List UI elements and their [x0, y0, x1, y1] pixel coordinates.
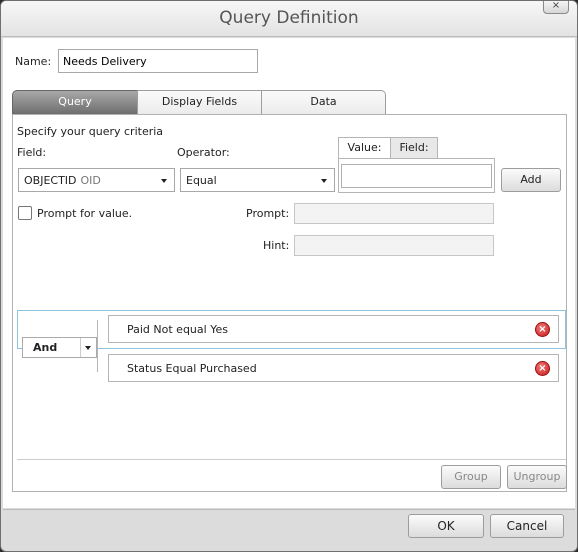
prompt-label: Prompt:	[246, 207, 290, 220]
group-connector	[97, 320, 98, 372]
query-instruction: Specify your query criteria	[17, 125, 164, 138]
conjunction-select[interactable]: And	[22, 337, 97, 358]
operator-select[interactable]: Equal	[180, 168, 335, 192]
tab-value[interactable]: Value:	[338, 137, 391, 159]
query-panel: Specify your query criteria Field: Opera…	[12, 114, 567, 492]
chevron-down-icon	[161, 179, 167, 183]
hint-label: Hint:	[263, 239, 290, 252]
field-type: OID	[80, 174, 101, 187]
group-button[interactable]: Group	[441, 465, 501, 489]
tab-display-fields[interactable]: Display Fields	[137, 90, 262, 114]
conjunction-value: And	[33, 341, 58, 354]
chevron-down-icon	[321, 179, 327, 183]
ungroup-button[interactable]: Ungroup	[507, 465, 567, 489]
cancel-button[interactable]: Cancel	[490, 514, 564, 538]
query-definition-dialog: Query Definition × Name: Query Display F…	[0, 0, 578, 552]
dialog-title: Query Definition	[219, 8, 359, 28]
value-input[interactable]	[341, 164, 492, 188]
delete-icon[interactable]: ×	[535, 322, 550, 337]
criteria-text: Paid Not equal Yes	[127, 323, 228, 336]
hint-input[interactable]	[294, 235, 494, 256]
tab-bar: Query Display Fields Data	[12, 90, 386, 114]
tab-query[interactable]: Query	[12, 90, 138, 114]
criteria-text: Status Equal Purchased	[127, 362, 257, 375]
criteria-row[interactable]: Paid Not equal Yes ×	[108, 315, 559, 343]
tab-field[interactable]: Field:	[390, 137, 438, 159]
value-panel	[338, 158, 495, 193]
name-label: Name:	[15, 55, 52, 68]
tab-data[interactable]: Data	[261, 90, 386, 114]
operator-select-value: Equal	[186, 174, 217, 187]
divider	[3, 509, 575, 510]
operator-label: Operator:	[177, 146, 230, 159]
prompt-input[interactable]	[294, 203, 494, 224]
add-button[interactable]: Add	[501, 168, 561, 192]
ok-button[interactable]: OK	[408, 514, 484, 538]
prompt-checkbox[interactable]	[18, 206, 32, 220]
divider	[17, 459, 566, 460]
name-input[interactable]	[58, 49, 258, 73]
dialog-content: Name: Query Display Fields Data Specify …	[3, 38, 575, 508]
close-button[interactable]: ×	[543, 1, 569, 14]
criteria-row[interactable]: Status Equal Purchased ×	[108, 354, 559, 382]
title-bar: Query Definition ×	[1, 1, 577, 37]
field-select[interactable]: OBJECTID OID	[18, 168, 175, 192]
prompt-checkbox-label: Prompt for value.	[37, 207, 133, 220]
chevron-down-icon	[85, 346, 91, 350]
field-select-value: OBJECTID	[24, 174, 77, 187]
delete-icon[interactable]: ×	[535, 361, 550, 376]
field-label: Field:	[17, 146, 47, 159]
value-field-tabs: Value: Field:	[338, 137, 440, 159]
